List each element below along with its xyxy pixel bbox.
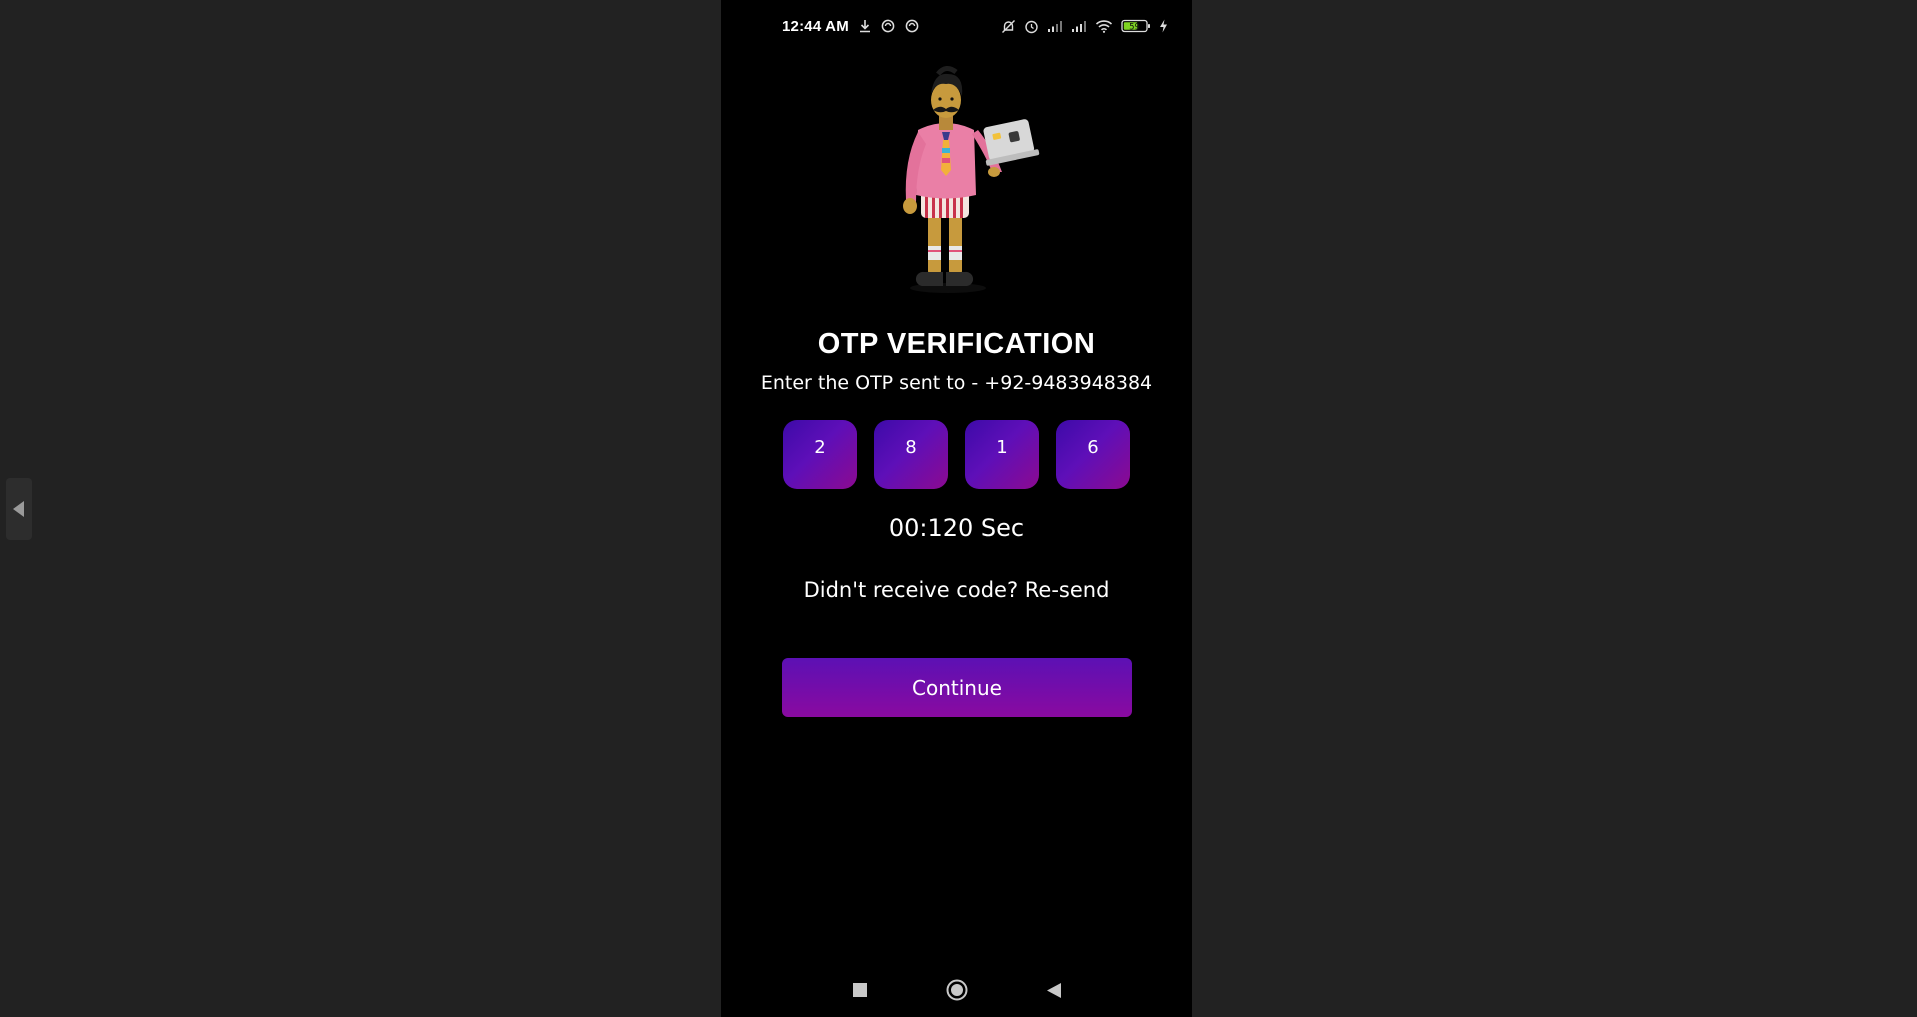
side-panel-toggle[interactable]: [6, 478, 32, 540]
system-navigation-bar: [721, 970, 1192, 1010]
phone-screen: 12:44 AM 59 OTP VERIFICATION Enter the O…: [721, 0, 1192, 1017]
signal-icon: [1047, 20, 1063, 33]
page-title: OTP VERIFICATION: [817, 328, 1096, 360]
recents-square-icon[interactable]: [852, 982, 868, 998]
resend-code-link[interactable]: Didn't receive code? Re-send: [721, 578, 1192, 602]
home-circle-icon[interactable]: [946, 979, 968, 1001]
signal-icon: [1071, 20, 1087, 33]
otp-digit-input[interactable]: 1: [965, 420, 1039, 489]
sync-icon: [905, 19, 919, 33]
back-triangle-icon[interactable]: [1046, 982, 1062, 999]
continue-button[interactable]: Continue: [782, 658, 1132, 717]
sync-icon: [881, 19, 895, 33]
wifi-icon: [1095, 19, 1113, 33]
otp-sent-to-text: Enter the OTP sent to - +92-9483948384: [760, 372, 1153, 394]
otp-digit-input[interactable]: 8: [874, 420, 948, 489]
status-bar: 12:44 AM 59: [721, 0, 1192, 52]
status-time: 12:44 AM: [782, 17, 849, 35]
emulator-stage: 12:44 AM 59 OTP VERIFICATION Enter the O…: [0, 0, 1917, 1017]
charging-icon: [1159, 19, 1168, 33]
otp-digit-input[interactable]: 6: [1056, 420, 1130, 489]
countdown-timer: 00:120 Sec: [888, 514, 1025, 542]
download-icon: [859, 19, 871, 33]
battery-level-text: 59: [1129, 22, 1140, 32]
notifications-off-icon: [1001, 19, 1016, 34]
battery-icon: 59: [1121, 19, 1151, 33]
otp-input-row: 2 8 1 6: [783, 420, 1133, 490]
alarm-icon: [1024, 19, 1039, 34]
hero-character-illustration: [876, 60, 1056, 300]
otp-digit-input[interactable]: 2: [783, 420, 857, 489]
chevron-left-icon: [13, 501, 24, 517]
